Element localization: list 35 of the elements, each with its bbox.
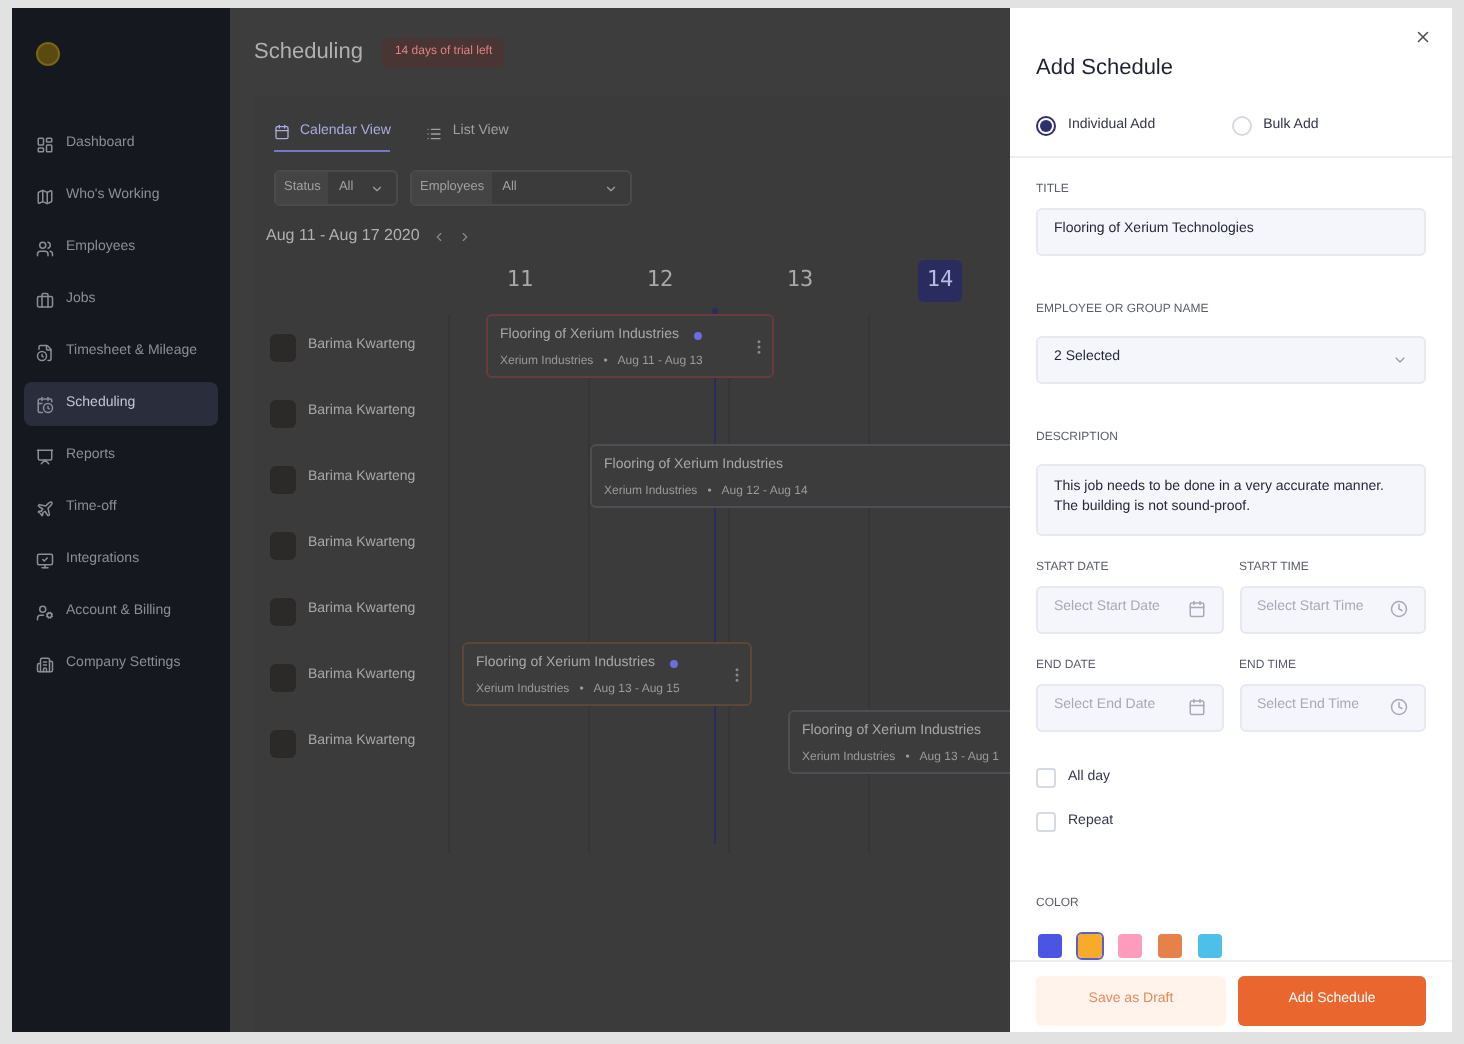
- map-icon: [36, 187, 54, 205]
- color-swatch[interactable]: [1116, 931, 1144, 959]
- monitor-icon: [36, 551, 54, 569]
- caret-icon: [370, 181, 384, 195]
- color-swatch[interactable]: [1196, 931, 1224, 959]
- panel-title: Add Schedule: [1036, 56, 1173, 80]
- clock-icon: [1390, 600, 1408, 618]
- logo-icon: [36, 42, 60, 66]
- calendar-icon: [1187, 600, 1205, 618]
- previous-icon[interactable]: [431, 229, 446, 243]
- date-range: Aug 11 - Aug 17 2020: [266, 224, 420, 248]
- color-swatch[interactable]: [1076, 931, 1104, 959]
- list-icon: [426, 125, 443, 141]
- dashboard-icon: [36, 135, 54, 153]
- calendar-clock-icon: [36, 395, 54, 413]
- calendar-icon: [1187, 698, 1205, 716]
- day-header: 12: [644, 264, 676, 297]
- person-gear-icon: [36, 603, 54, 621]
- plane-icon: [36, 499, 54, 517]
- day-header: 14: [918, 260, 962, 302]
- caret-icon: [604, 181, 618, 195]
- next-icon[interactable]: [457, 229, 472, 243]
- presentation-board-icon: [36, 447, 54, 465]
- day-header: 13: [784, 264, 816, 297]
- building-icon: [36, 655, 54, 673]
- clock-icon: [1390, 698, 1408, 716]
- color-swatch[interactable]: [1156, 931, 1184, 959]
- color-swatch[interactable]: [1036, 931, 1064, 959]
- close-icon[interactable]: [1414, 28, 1432, 46]
- people-icon: [36, 239, 54, 257]
- document-clock-icon: [36, 343, 54, 361]
- page-title: Scheduling: [254, 37, 363, 68]
- briefcase-icon: [36, 291, 54, 309]
- day-header: 11: [504, 264, 536, 297]
- calendar-icon: [274, 124, 290, 140]
